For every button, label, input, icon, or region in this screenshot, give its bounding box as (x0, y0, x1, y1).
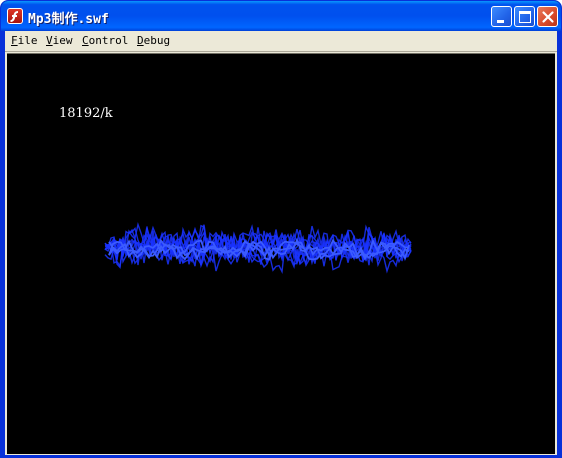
menu-control-label: ontrol (88, 34, 129, 47)
menu-control[interactable]: Control (82, 34, 128, 47)
maximize-icon (519, 11, 531, 23)
menu-debug-accel: D (137, 34, 144, 47)
menu-file-accel: F (11, 34, 18, 47)
menu-debug[interactable]: Debug (137, 34, 170, 47)
close-icon (542, 11, 554, 23)
maximize-button[interactable] (514, 6, 535, 27)
menu-view-accel: V (46, 34, 53, 47)
title-bar[interactable]: Mp3制作.swf (1, 1, 561, 31)
menu-file-label: ile (17, 34, 38, 47)
menu-control-accel: C (82, 34, 89, 47)
menu-debug-label: ebug (143, 34, 171, 47)
minimize-icon (497, 20, 504, 23)
close-button[interactable] (537, 6, 558, 27)
window-title: Mp3制作.swf (28, 12, 109, 27)
window-frame-right (557, 31, 561, 457)
menu-view-label: iew (52, 34, 73, 47)
flash-player-window: Mp3制作.swf File View Control Debug 18192/… (0, 0, 562, 458)
menu-bar: File View Control Debug (5, 31, 557, 52)
flash-stage[interactable]: 18192/k (7, 53, 555, 454)
flash-player-icon[interactable] (7, 8, 23, 24)
client-area: File View Control Debug 18192/k (5, 31, 557, 455)
menu-file[interactable]: File (11, 34, 38, 47)
menu-view[interactable]: View (46, 34, 73, 47)
minimize-button[interactable] (491, 6, 512, 27)
audio-waveform (104, 221, 412, 275)
